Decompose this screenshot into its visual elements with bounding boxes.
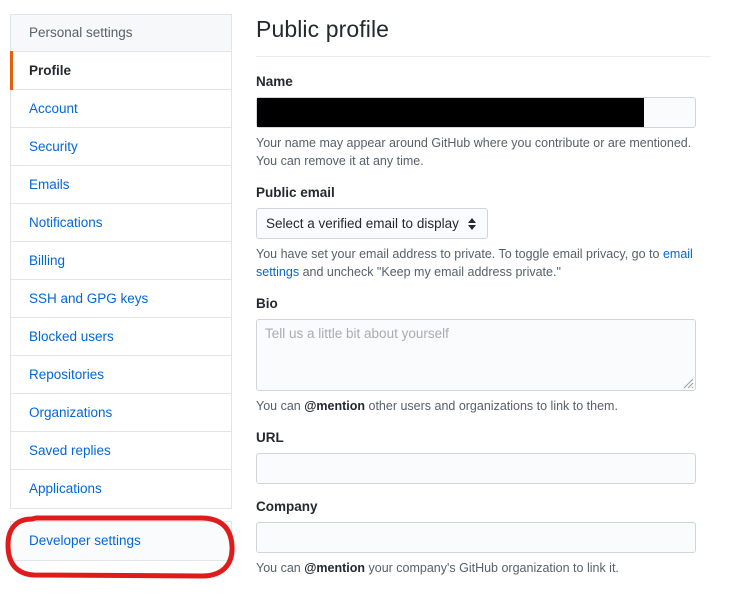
public-email-select[interactable]: Select a verified email to display [256, 208, 488, 239]
sidebar-item-label: Profile [29, 63, 72, 78]
field-company: Company You can @mention your company's … [256, 498, 711, 577]
sidebar-item-label: Saved replies [29, 443, 111, 458]
bio-label: Bio [256, 296, 278, 311]
name-help-text: Your name may appear around GitHub where… [256, 136, 692, 168]
sidebar-item-label: Applications [29, 481, 102, 496]
sidebar-developer-settings-group: Developer settings [10, 521, 232, 561]
sidebar-item-label: Repositories [29, 367, 105, 382]
sidebar-item-label: Organizations [29, 405, 113, 420]
public-email-label: Public email [256, 185, 335, 200]
sidebar-item-label: Developer settings [29, 533, 141, 548]
company-help-before: You can [256, 561, 305, 575]
sidebar-item-repositories[interactable]: Repositories [11, 356, 231, 394]
sidebar-item-account[interactable]: Account [11, 90, 231, 128]
name-label: Name [256, 74, 293, 89]
name-input[interactable] [256, 97, 696, 128]
url-input[interactable] [256, 453, 696, 484]
public-email-select-wrapper: Select a verified email to display [256, 208, 488, 239]
public-email-help-before: You have set your email address to priva… [256, 247, 663, 261]
bio-textarea[interactable] [256, 319, 696, 391]
sidebar-header: Personal settings [10, 14, 232, 52]
bio-help-after: other users and organizations to link to… [365, 399, 618, 413]
bio-help-before: You can [256, 399, 305, 413]
sidebar-item-ssh-and-gpg-keys[interactable]: SSH and GPG keys [11, 280, 231, 318]
sidebar-nav-list: Profile Account Security Emails Notifica… [10, 51, 232, 509]
page-title: Public profile [256, 16, 390, 42]
name-input-wrapper [256, 97, 696, 128]
bio-help-text: You can @mention other users and organiz… [256, 397, 706, 415]
field-url: URL [256, 429, 711, 484]
company-help-text: You can @mention your company's GitHub o… [256, 559, 706, 577]
field-public-email: Public email Select a verified email to … [256, 184, 711, 281]
sidebar-item-emails[interactable]: Emails [11, 166, 231, 204]
public-email-help-after: and uncheck "Keep my email address priva… [299, 265, 561, 279]
sidebar-item-developer-settings[interactable]: Developer settings [11, 522, 231, 560]
sidebar-item-organizations[interactable]: Organizations [11, 394, 231, 432]
sidebar-item-saved-replies[interactable]: Saved replies [11, 432, 231, 470]
bio-textarea-wrapper [256, 319, 696, 391]
sidebar-item-label: SSH and GPG keys [29, 291, 149, 306]
sidebar-item-label: Billing [29, 253, 66, 268]
sidebar-item-billing[interactable]: Billing [11, 242, 231, 280]
title-divider [256, 56, 711, 57]
sidebar-item-label: Emails [29, 177, 70, 192]
sidebar-item-label: Blocked users [29, 329, 114, 344]
company-mention-token: @mention [304, 561, 366, 575]
sidebar-item-profile[interactable]: Profile [10, 51, 231, 90]
sidebar-item-label: Security [29, 139, 78, 154]
company-input[interactable] [256, 522, 696, 553]
company-help-after: your company's GitHub organization to li… [365, 561, 619, 575]
sidebar-item-applications[interactable]: Applications [11, 470, 231, 508]
url-label: URL [256, 430, 284, 445]
bio-mention-token: @mention [304, 399, 366, 413]
sidebar-item-notifications[interactable]: Notifications [11, 204, 231, 242]
settings-sidebar: Personal settings Profile Account Securi… [10, 14, 232, 561]
sidebar-item-label: Notifications [29, 215, 103, 230]
field-name: Name Your name may appear around GitHub … [256, 73, 711, 170]
public-email-help-text: You have set your email address to priva… [256, 245, 706, 281]
field-bio: Bio You can @mention other users and org… [256, 295, 711, 415]
sidebar-item-blocked-users[interactable]: Blocked users [11, 318, 231, 356]
sidebar-item-security[interactable]: Security [11, 128, 231, 166]
sidebar-item-label: Account [29, 101, 78, 116]
select-updown-arrows-icon [467, 217, 477, 231]
company-label: Company [256, 499, 318, 514]
main-content: Public profile Name Your name may appear… [256, 14, 711, 591]
public-email-selected-value: Select a verified email to display [266, 216, 459, 231]
